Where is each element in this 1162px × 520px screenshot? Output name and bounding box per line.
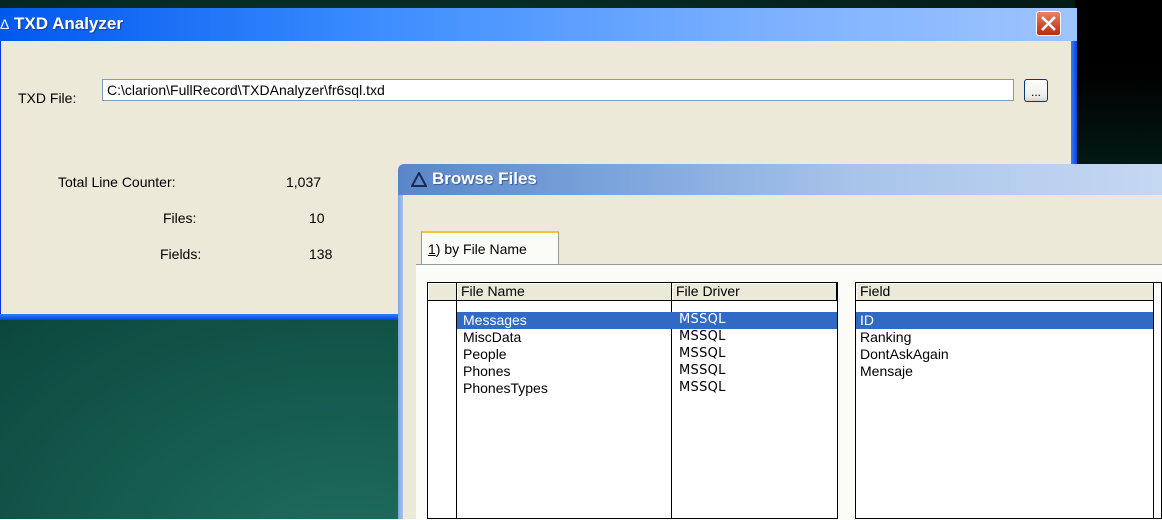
list-item[interactable]: Mensaje [856,363,1153,380]
table-row[interactable]: Phones MSSQL [457,363,837,380]
files-list[interactable]: File Name File Driver Messages MSSQL Mis… [427,282,838,519]
field-name-cell: Mensaje [860,363,913,379]
browse-frame-left [398,195,403,519]
files-count-value: 10 [309,210,325,226]
txd-file-label: TXD File: [18,90,77,106]
delta-icon [411,172,427,187]
list-item[interactable]: Ranking [856,329,1153,346]
app-delta-icon: Δ [0,16,10,32]
tab-label: ) by File Name [435,241,527,257]
file-name-cell: PhonesTypes [463,380,548,396]
file-name-column-header[interactable]: File Name [457,283,672,301]
total-line-counter-value: 1,037 [286,174,322,190]
close-button[interactable] [1036,11,1061,36]
file-name-cell: Messages [463,312,527,328]
files-list-marker-header [428,283,457,301]
fields-count-value: 138 [309,246,333,262]
file-driver-cell: MSSQL [679,380,726,395]
field-name-cell: ID [860,312,874,328]
close-icon [1041,16,1056,31]
browse-titlebar[interactable]: Browse Files [398,164,1162,195]
fields-count-label: Fields: [160,246,202,262]
file-name-cell: People [463,346,507,362]
field-name-cell: DontAskAgain [860,346,949,362]
file-driver-cell: MSSQL [679,312,726,327]
file-driver-cell: MSSQL [679,363,726,378]
field-column-divider [1153,301,1154,518]
txd-file-input[interactable] [102,79,1014,101]
tab-by-file-name[interactable]: 1) by File Name [421,231,559,264]
desktop-dark-area [1075,0,1162,170]
table-row[interactable]: PhonesTypes MSSQL [457,380,837,397]
file-driver-cell: MSSQL [679,329,726,344]
table-row[interactable]: People MSSQL [457,346,837,363]
table-row[interactable]: Messages MSSQL [457,312,837,329]
main-window-title: TXD Analyzer [14,14,123,33]
browse-file-button[interactable]: ... [1024,79,1048,102]
fields-list[interactable]: Field ID Ranking DontAskAgain Mensaje [855,282,1162,519]
browse-window-title: Browse Files [432,169,537,188]
file-driver-column-header[interactable]: File Driver [672,283,837,301]
files-count-label: Files: [163,210,197,226]
table-row[interactable]: MiscData MSSQL [457,329,837,346]
field-name-cell: Ranking [860,329,912,345]
file-driver-cell: MSSQL [679,346,726,361]
total-line-counter-label: Total Line Counter: [58,174,176,190]
file-name-cell: Phones [463,363,511,379]
list-item[interactable]: ID [856,312,1153,329]
list-item[interactable]: DontAskAgain [856,346,1153,363]
file-name-cell: MiscData [463,329,522,345]
main-titlebar[interactable]: Δ TXD Analyzer [0,8,1077,41]
tab-accelerator: 1 [428,241,436,257]
field-column-header[interactable]: Field [856,283,1154,301]
